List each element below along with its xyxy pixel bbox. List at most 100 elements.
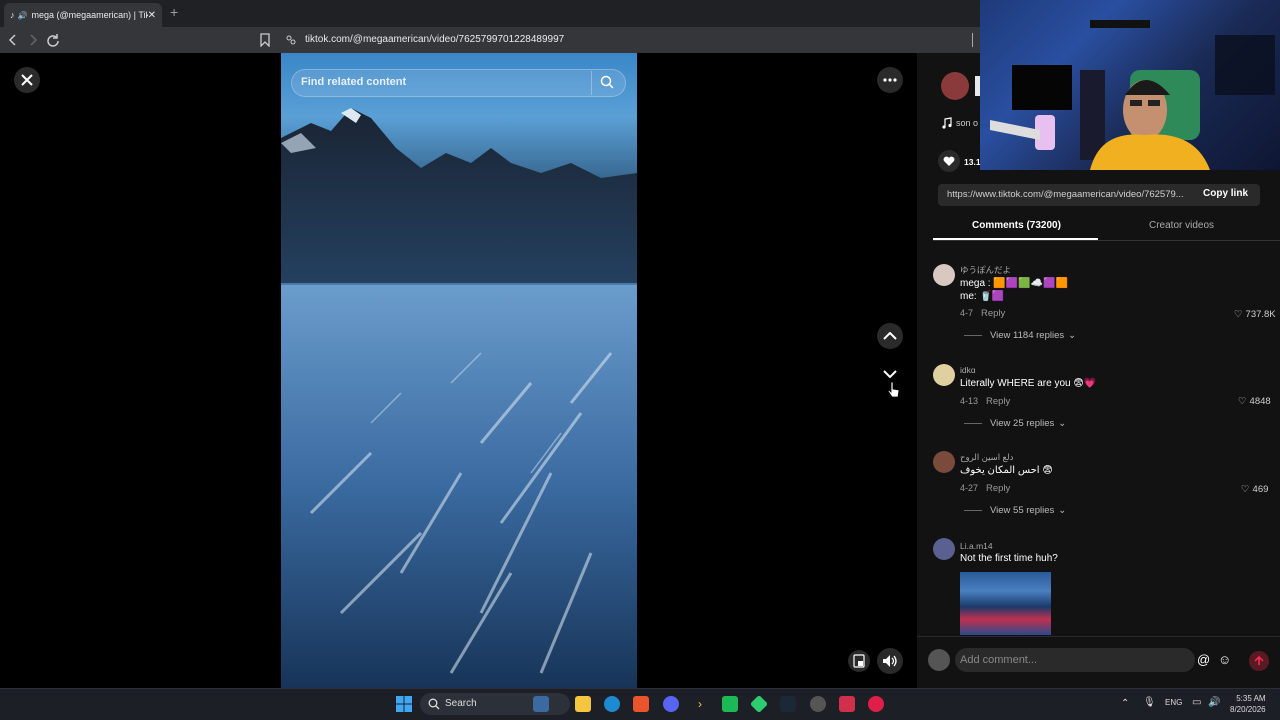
comment-text: mega : 🟧🟪🟩☁️🟪🟧 xyxy=(960,278,1069,289)
reply-button[interactable]: Reply xyxy=(986,483,1010,494)
browser-tab[interactable]: ♪ 🔊 mega (@megaamerican) | Tik ✕ xyxy=(4,3,162,27)
tab-close-icon[interactable]: ✕ xyxy=(148,10,156,21)
comment-image[interactable] xyxy=(960,572,1051,635)
reload-icon[interactable] xyxy=(46,33,60,47)
video-player[interactable] xyxy=(281,53,637,688)
related-search-placeholder: Find related content xyxy=(301,76,407,88)
previous-video-button[interactable] xyxy=(877,323,903,349)
chevron-app-icon[interactable]: › xyxy=(692,696,708,712)
heart-outline-icon: ♡ xyxy=(1241,484,1250,495)
comment-avatar[interactable] xyxy=(933,538,955,560)
reply-button[interactable]: Reply xyxy=(981,308,1005,319)
chevron-down-icon xyxy=(883,370,897,378)
app-red-icon[interactable] xyxy=(839,696,855,712)
comment-avatar[interactable] xyxy=(933,451,955,473)
comment-date: 4-13 xyxy=(960,396,979,406)
tab-title: mega (@megaamerican) | Tik xyxy=(31,10,148,20)
heart-outline-icon: ♡ xyxy=(1238,396,1247,407)
comment-like-button[interactable]: ♡ 737.8K xyxy=(1234,309,1276,320)
send-comment-button[interactable] xyxy=(1249,651,1269,671)
copy-link-button[interactable]: Copy link xyxy=(1203,188,1248,199)
tiktok-favicon-icon: ♪ xyxy=(10,10,15,20)
tab-comments[interactable]: Comments (73200) xyxy=(972,220,1061,231)
clock-date: 8/20/2026 xyxy=(1230,705,1266,714)
comment-text: Literally WHERE are you 😨💗 xyxy=(960,378,1097,389)
more-options-button[interactable] xyxy=(877,67,903,93)
comment-username[interactable]: Li.a.m14 xyxy=(960,541,993,551)
search-divider xyxy=(591,71,592,95)
volume-button[interactable] xyxy=(877,648,903,674)
language-indicator[interactable]: ENG xyxy=(1165,698,1182,707)
comment-text-line2: me: 🥤🟪 xyxy=(960,291,1005,302)
webcam-feed xyxy=(990,20,1275,170)
replies-dash xyxy=(964,423,982,424)
video-frame xyxy=(281,108,637,688)
back-icon[interactable] xyxy=(8,34,18,46)
comment-text: Not the first time huh? xyxy=(960,553,1058,564)
close-icon xyxy=(21,74,33,86)
bookmark-icon[interactable] xyxy=(259,33,271,47)
brave-icon[interactable] xyxy=(633,696,649,712)
reply-button[interactable]: Reply xyxy=(986,396,1010,407)
new-tab-button[interactable]: + xyxy=(170,4,178,20)
heart-outline-icon: ♡ xyxy=(1234,309,1243,320)
site-info-icon[interactable] xyxy=(285,34,297,46)
author-avatar[interactable] xyxy=(941,72,969,100)
mouse-cursor-icon xyxy=(887,381,900,398)
mention-icon[interactable]: @ xyxy=(1197,652,1210,667)
comment-username[interactable]: ゆうぽんだよ xyxy=(960,264,1011,276)
comment-like-button[interactable]: ♡ 4848 xyxy=(1238,396,1271,407)
comment-text: احس المكان يخوف 😨 xyxy=(960,465,1053,476)
comment-avatar[interactable] xyxy=(933,264,955,286)
app-gear-icon[interactable] xyxy=(810,696,826,712)
send-arrow-icon xyxy=(1254,656,1264,665)
file-explorer-icon[interactable] xyxy=(575,696,591,712)
tab-creator-videos[interactable]: Creator videos xyxy=(1149,220,1214,231)
app-green-icon[interactable] xyxy=(722,696,738,712)
view-replies-label: View 25 replies xyxy=(990,418,1055,429)
comment-date: 4-7 xyxy=(960,308,974,318)
view-replies-button[interactable]: View 1184 replies ⌄ xyxy=(964,330,1076,341)
audio-icon[interactable]: 🔊 xyxy=(18,11,28,20)
comment-like-count: 4848 xyxy=(1249,396,1271,407)
view-replies-button[interactable]: View 55 replies ⌄ xyxy=(964,505,1066,516)
comment-like-count: 469 xyxy=(1252,484,1269,495)
floating-player-icon xyxy=(853,654,865,668)
sound-name[interactable]: son o xyxy=(956,118,978,128)
taskbar-search-label: Search xyxy=(445,698,477,709)
comment-placeholder: Add comment... xyxy=(960,654,1038,666)
music-note-icon xyxy=(942,117,952,129)
more-icon xyxy=(883,78,897,82)
like-button[interactable] xyxy=(938,150,960,172)
tab-divider xyxy=(933,240,1280,241)
network-icon[interactable]: ▭ xyxy=(1192,697,1201,708)
comment-username[interactable]: idkɑ xyxy=(960,365,976,375)
media-player-icon[interactable] xyxy=(868,696,884,712)
comment-avatar[interactable] xyxy=(933,364,955,386)
chevron-up-icon xyxy=(883,332,897,340)
discord-icon[interactable] xyxy=(663,696,679,712)
replies-dash xyxy=(964,510,982,511)
microphone-icon[interactable]: 🎙 xyxy=(1143,697,1156,708)
speaker-icon[interactable]: 🔊 xyxy=(1208,697,1220,708)
edge-icon[interactable] xyxy=(604,696,620,712)
chevron-down-icon: ⌄ xyxy=(1058,505,1067,516)
steam-icon[interactable] xyxy=(780,696,796,712)
emoji-icon[interactable]: ☺ xyxy=(1218,652,1231,667)
current-user-avatar xyxy=(928,649,950,671)
close-video-button[interactable] xyxy=(14,67,40,93)
chevron-down-icon: ⌄ xyxy=(1058,418,1067,429)
share-link-text[interactable]: https://www.tiktok.com/@megaamerican/vid… xyxy=(947,189,1195,200)
floating-player-button[interactable] xyxy=(848,650,870,672)
windows-start-icon[interactable] xyxy=(396,696,412,712)
clock[interactable]: 5:35 AM 8/20/2026 xyxy=(1230,693,1266,715)
comment-like-button[interactable]: ♡ 469 xyxy=(1241,484,1268,495)
url-text[interactable]: tiktok.com/@megaamerican/video/762579970… xyxy=(305,34,564,45)
search-highlight-icon[interactable] xyxy=(533,696,549,712)
forward-icon[interactable] xyxy=(28,34,38,46)
heart-icon xyxy=(943,156,955,166)
view-replies-button[interactable]: View 25 replies ⌄ xyxy=(964,418,1066,429)
tray-chevron-up-icon[interactable]: ⌃ xyxy=(1121,698,1129,709)
comment-username[interactable]: دلع اسين الروح xyxy=(960,452,1013,463)
search-icon[interactable] xyxy=(600,75,614,89)
